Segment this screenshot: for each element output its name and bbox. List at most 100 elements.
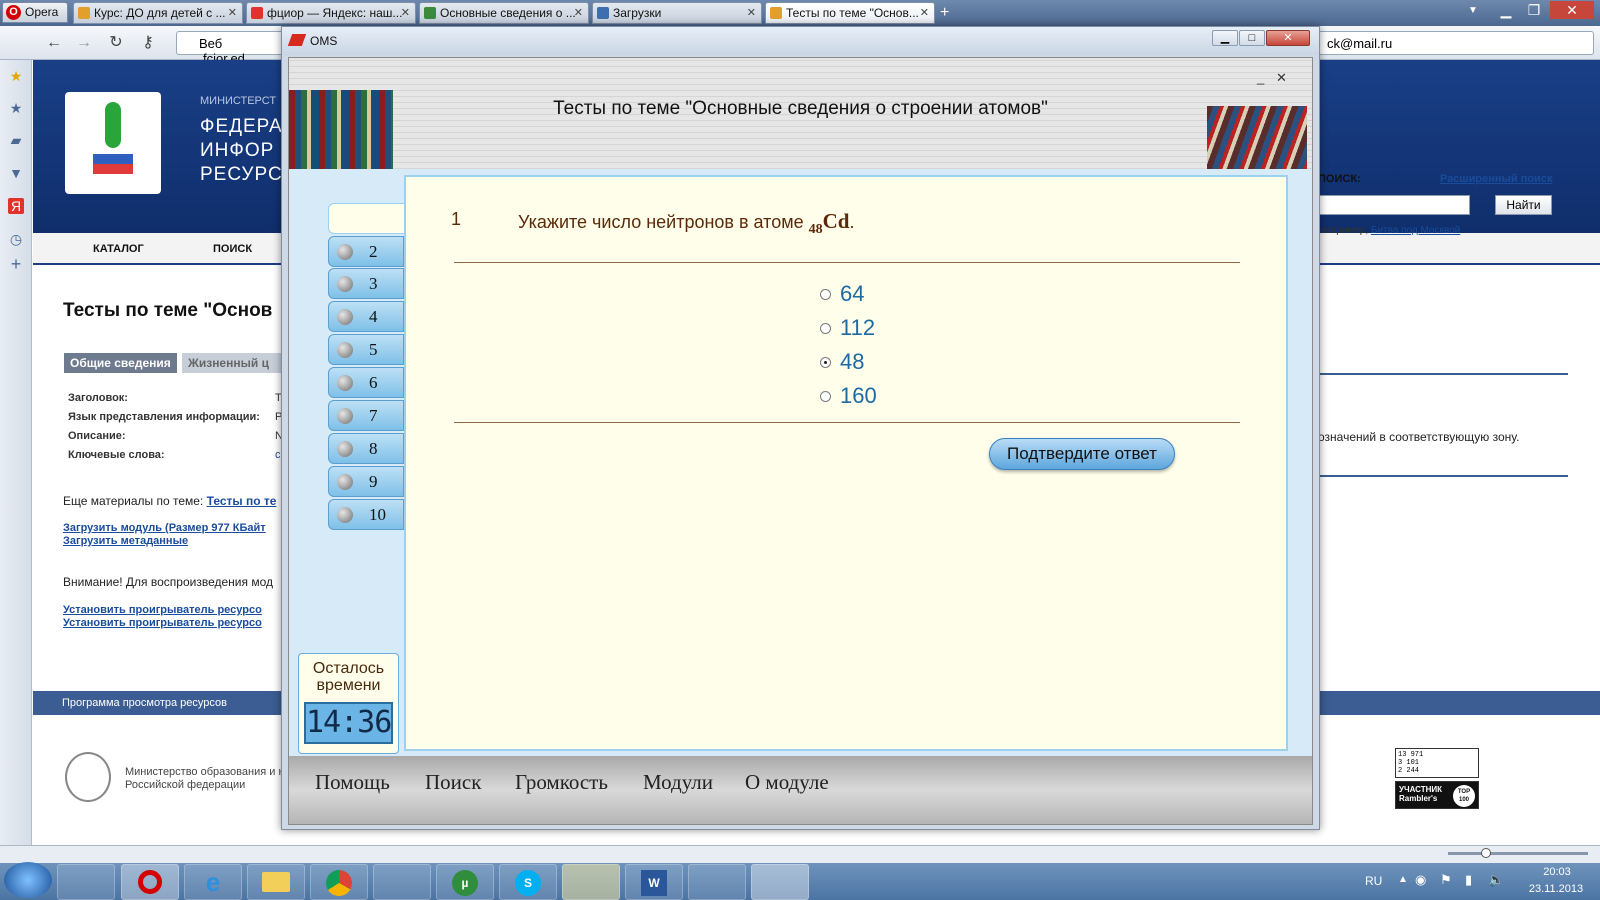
site-search-input[interactable] bbox=[1318, 195, 1470, 215]
taskbar-ie-icon[interactable]: e bbox=[184, 864, 242, 900]
question-tab-6[interactable]: 6 bbox=[328, 367, 404, 398]
question-tab-5[interactable]: 5 bbox=[328, 334, 404, 365]
answer-option-160[interactable]: 160 bbox=[820, 383, 877, 409]
tray-flag-icon[interactable]: ⚑ bbox=[1440, 872, 1452, 888]
taskbar-chrome-icon[interactable] bbox=[310, 864, 368, 900]
question-tab-2[interactable]: 2 bbox=[328, 236, 404, 267]
taskbar-opera-icon[interactable] bbox=[121, 864, 179, 900]
browser-tab-1[interactable]: Курс: ДО для детей с ... ✕ bbox=[73, 2, 243, 24]
oms-close-icon[interactable]: ✕ bbox=[1266, 30, 1310, 46]
tab-lifecycle[interactable]: Жизненный ц bbox=[182, 353, 282, 373]
oms-minimize-icon[interactable]: ▁ bbox=[1212, 30, 1238, 46]
speed-dial-icon[interactable]: ★ bbox=[8, 68, 24, 84]
question-tab-9[interactable]: 9 bbox=[328, 466, 404, 497]
tray-expand-icon[interactable]: ▲ bbox=[1398, 874, 1408, 885]
address-field[interactable]: Веб fcior.ed bbox=[176, 31, 286, 66]
module-minimize-icon[interactable]: _ bbox=[1257, 70, 1264, 85]
answer-option-48[interactable]: 48 bbox=[820, 349, 864, 375]
tab-list-icon[interactable]: ▼ bbox=[1468, 5, 1478, 16]
zoom-slider[interactable] bbox=[1448, 852, 1588, 855]
taskbar-oms-icon[interactable] bbox=[751, 864, 809, 900]
history-icon[interactable]: ◷ bbox=[8, 231, 24, 247]
close-window-icon[interactable]: ✕ bbox=[1550, 1, 1594, 19]
tray-network-icon[interactable]: ◉ bbox=[1415, 872, 1426, 888]
taskbar-atom-icon[interactable] bbox=[373, 864, 431, 900]
answer-option-112[interactable]: 112 bbox=[820, 315, 875, 341]
nav-search[interactable]: ПОИСК bbox=[213, 243, 252, 255]
taskbar-photo-icon[interactable] bbox=[688, 864, 746, 900]
search-button[interactable]: Поиск bbox=[425, 770, 481, 795]
taskbar-word-icon[interactable]: W bbox=[625, 864, 683, 900]
forward-icon[interactable]: → bbox=[74, 34, 94, 52]
downloads-icon[interactable]: ▼ bbox=[8, 165, 24, 181]
rambler-badge[interactable]: УЧАСТНИК Rambler's TOP 100 bbox=[1395, 781, 1479, 809]
taskbar-utorrent-icon[interactable]: µ bbox=[436, 864, 494, 900]
close-tab-icon[interactable]: ✕ bbox=[747, 6, 756, 19]
new-tab-icon[interactable]: + bbox=[940, 4, 949, 22]
add-panel-icon[interactable]: + bbox=[8, 255, 24, 273]
question-tab-3[interactable]: 3 bbox=[328, 268, 404, 299]
help-button[interactable]: Помощь bbox=[315, 770, 390, 795]
site-logo bbox=[65, 92, 161, 194]
question-tab-7[interactable]: 7 bbox=[328, 400, 404, 431]
notes-icon[interactable]: ▰ bbox=[8, 132, 24, 148]
confirm-answer-button[interactable]: Подтвердите ответ bbox=[989, 438, 1175, 470]
radio-button-selected[interactable] bbox=[820, 357, 831, 368]
oms-maximize-icon[interactable]: □ bbox=[1239, 30, 1265, 46]
answer-option-64[interactable]: 64 bbox=[820, 281, 864, 307]
about-module-button[interactable]: О модуле bbox=[745, 770, 829, 795]
bookmarks-icon[interactable]: ★ bbox=[8, 100, 24, 116]
opera-menu-button[interactable]: O Opera bbox=[2, 2, 68, 23]
taskbar-explorer-icon[interactable] bbox=[247, 864, 305, 900]
module-header: Тесты по теме "Основные сведения о строе… bbox=[289, 58, 1312, 169]
close-tab-icon[interactable]: ✕ bbox=[920, 6, 929, 19]
tab-general-info[interactable]: Общие сведения bbox=[64, 353, 177, 373]
question-tab-4[interactable]: 4 bbox=[328, 301, 404, 332]
site-counter[interactable]: 13 971 3 101 2 244 bbox=[1395, 748, 1479, 778]
browser-tab-4[interactable]: Загрузки ✕ bbox=[592, 2, 762, 24]
footer-bar-text[interactable]: Программа просмотра ресурсов bbox=[62, 697, 227, 709]
question-tab-8[interactable]: 8 bbox=[328, 433, 404, 464]
reload-icon[interactable]: ↻ bbox=[106, 34, 126, 52]
meta-label-description: Описание: bbox=[68, 430, 126, 442]
restore-icon[interactable]: ❐ bbox=[1520, 1, 1548, 19]
nav-catalog[interactable]: КАТАЛОГ bbox=[93, 243, 144, 255]
browser-tab-5[interactable]: Тесты по теме "Основ... ✕ bbox=[765, 2, 935, 24]
yandex-icon[interactable]: Я bbox=[8, 198, 24, 214]
radio-button[interactable] bbox=[820, 323, 831, 334]
question-tab-current[interactable] bbox=[328, 203, 408, 234]
modules-button[interactable]: Модули bbox=[643, 770, 713, 795]
download-metadata-link[interactable]: Загрузить метаданные bbox=[63, 535, 188, 547]
module-close-icon[interactable]: ✕ bbox=[1276, 70, 1287, 86]
tray-signal-icon[interactable]: ▮ bbox=[1465, 872, 1472, 888]
zoom-slider-handle[interactable] bbox=[1481, 848, 1491, 858]
language-indicator[interactable]: RU bbox=[1365, 874, 1382, 888]
taskbar-skype-icon[interactable]: S bbox=[499, 864, 557, 900]
clock-date[interactable]: 23.11.2013 bbox=[1520, 883, 1592, 895]
close-tab-icon[interactable]: ✕ bbox=[574, 6, 583, 19]
search-field[interactable]: ck@mail.ru bbox=[1318, 31, 1594, 55]
clock-time[interactable]: 20:03 bbox=[1535, 866, 1579, 878]
example-link[interactable]: Битва под Москвой bbox=[1371, 225, 1460, 236]
download-module-link[interactable]: Загрузить модуль (Размер 977 КБайт bbox=[63, 522, 266, 534]
more-materials-link[interactable]: Тесты по те bbox=[207, 494, 277, 508]
advanced-search-link[interactable]: Расширенный поиск bbox=[1440, 173, 1552, 185]
browser-tab-2[interactable]: фциор — Яндекс: наш... ✕ bbox=[246, 2, 416, 24]
close-tab-icon[interactable]: ✕ bbox=[228, 6, 237, 19]
close-tab-icon[interactable]: ✕ bbox=[401, 6, 410, 19]
taskbar-media-player-icon[interactable] bbox=[57, 864, 115, 900]
key-icon[interactable]: ⚷ bbox=[138, 34, 158, 52]
taskbar-security-icon[interactable] bbox=[562, 864, 620, 900]
browser-tab-3[interactable]: Основные сведения о ... ✕ bbox=[419, 2, 589, 24]
start-button[interactable] bbox=[4, 862, 52, 898]
question-tab-10[interactable]: 10 bbox=[328, 499, 404, 530]
back-icon[interactable]: ← bbox=[44, 34, 64, 52]
tray-volume-icon[interactable]: 🔈 bbox=[1488, 872, 1504, 888]
find-button[interactable]: Найти bbox=[1495, 195, 1552, 215]
radio-button[interactable] bbox=[820, 391, 831, 402]
install-player-link-1[interactable]: Установить проигрыватель ресурсо bbox=[63, 604, 262, 616]
minimize-icon[interactable]: ▁ bbox=[1492, 1, 1520, 19]
radio-button[interactable] bbox=[820, 289, 831, 300]
install-player-link-2[interactable]: Установить проигрыватель ресурсо bbox=[63, 617, 262, 629]
volume-button[interactable]: Громкость bbox=[515, 770, 608, 795]
